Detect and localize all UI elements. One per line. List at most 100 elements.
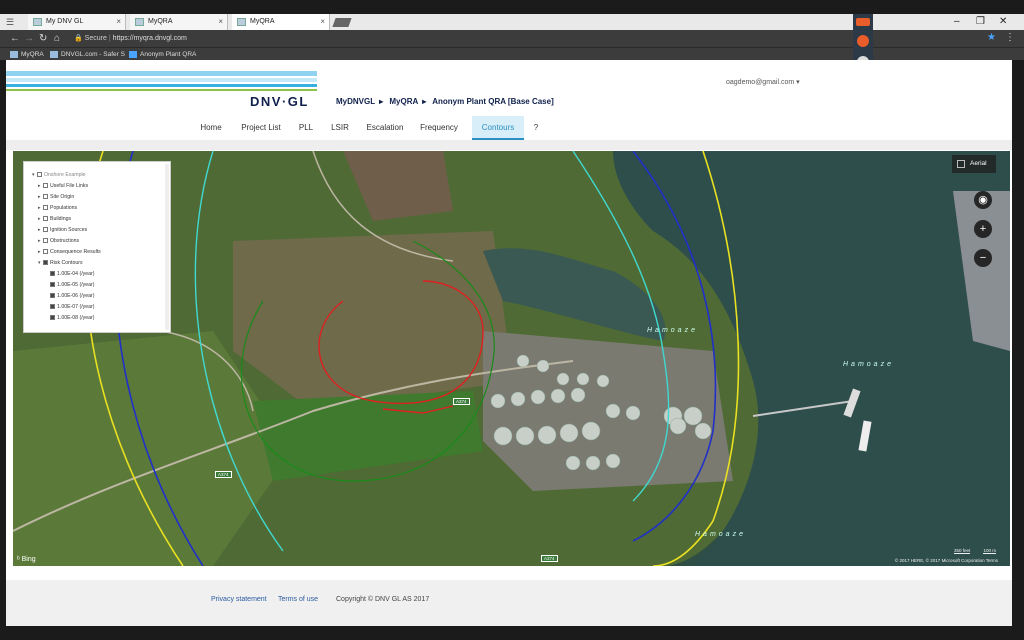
extension-record-icon[interactable] (857, 35, 869, 47)
contour-label: 1.00E-06 (/year) (57, 293, 95, 299)
contour-checkbox-checked[interactable] (50, 293, 55, 299)
contour-item[interactable]: 1.00E-06 (/year) (50, 291, 94, 301)
tab-lsir[interactable]: LSIR (326, 116, 354, 140)
contour-checkbox-checked[interactable] (50, 315, 55, 321)
tab-help[interactable]: ? (530, 116, 542, 140)
reload-icon[interactable]: ↻ (39, 32, 47, 45)
close-tab-icon[interactable]: × (116, 14, 121, 30)
contour-item[interactable]: 1.00E-04 (/year) (50, 269, 94, 279)
map-style-label: Aerial (970, 160, 987, 167)
page-footer: Privacy statement Terms of use Copyright… (6, 580, 1012, 626)
layer-item[interactable]: ▾ Risk Contours (38, 258, 83, 268)
maximize-icon[interactable]: ❐ (976, 14, 985, 30)
bookmark-favicon-icon (50, 51, 58, 58)
place-label: Hamoaze (843, 361, 894, 368)
contour-checkbox-checked[interactable] (50, 271, 55, 277)
contour-checkbox-checked[interactable] (50, 304, 55, 310)
contour-checkbox-checked[interactable] (50, 282, 55, 288)
terms-link[interactable]: Terms of use (278, 596, 318, 603)
tab-label: MyQRA (250, 18, 275, 25)
scale-meters: 100 m (983, 548, 996, 554)
extension-arrow-icon[interactable] (856, 18, 870, 26)
lock-icon: 🔒 (74, 35, 83, 42)
web-page: DNV·GL MyDNVGL ▸ MyQRA ▸ Anonym Plant QRA … (6, 60, 1012, 626)
breadcrumb-mydnvgl[interactable]: MyDNVGL (336, 97, 375, 106)
chevron-right-icon: ▸ (422, 97, 427, 106)
map-scale: 350 feet 100 m (942, 548, 996, 554)
contour-label: 1.00E-08 (/year) (57, 315, 95, 321)
tab-home[interactable]: Home (194, 116, 228, 140)
layer-checkbox[interactable] (43, 205, 48, 211)
close-window-icon[interactable]: ✕ (999, 14, 1007, 30)
layer-panel-scrollbar[interactable] (165, 164, 169, 330)
bookmark-item[interactable]: DNVGL.com - Safer S (50, 49, 125, 60)
privacy-link[interactable]: Privacy statement (211, 596, 267, 603)
tab-project-list[interactable]: Project List (236, 116, 286, 140)
plus-icon: + (979, 223, 987, 235)
home-icon[interactable]: ⌂ (54, 32, 60, 45)
chevron-right-icon: ▸ (379, 97, 384, 106)
layer-item[interactable]: ▸ Ignition Sources (38, 225, 87, 235)
contour-label: 1.00E-05 (/year) (57, 282, 95, 288)
user-menu[interactable]: oagdemo@gmail.com ▾ (726, 78, 800, 86)
layer-item[interactable]: ▸ Buildings (38, 214, 71, 224)
breadcrumb-myqra[interactable]: MyQRA (389, 97, 418, 106)
tab-frequency[interactable]: Frequency (416, 116, 462, 140)
zoom-out-button[interactable]: − (974, 249, 992, 267)
layer-checkbox[interactable] (43, 216, 48, 222)
bookmark-label: DNVGL.com - Safer S (61, 51, 125, 58)
tab-pll[interactable]: PLL (294, 116, 318, 140)
bookmark-item[interactable]: MyQRA (10, 49, 44, 60)
new-tab-button[interactable] (332, 18, 352, 27)
close-tab-icon[interactable]: × (320, 14, 325, 30)
browser-tab[interactable]: My DNV GL × (28, 14, 126, 30)
back-icon[interactable]: ← (10, 32, 20, 45)
layer-checkbox[interactable] (43, 238, 48, 244)
contour-item[interactable]: 1.00E-05 (/year) (50, 280, 94, 290)
layer-item[interactable]: ▸ Consequence Results (38, 247, 101, 257)
tab-label: My DNV GL (46, 18, 84, 25)
aerial-map[interactable]: Hamoaze Hamoaze Hamoaze A374 A374 A374 ▾… (13, 151, 1010, 566)
layer-checkbox[interactable] (43, 227, 48, 233)
bookmark-star-icon[interactable]: ★ (987, 32, 996, 43)
bookmark-item[interactable]: Anonym Plant QRA (129, 49, 196, 60)
layer-item[interactable]: ▸ Site Origin (38, 192, 74, 202)
zoom-in-button[interactable]: + (974, 220, 992, 238)
layer-checkbox[interactable] (37, 172, 42, 178)
browser-tab[interactable]: MyQRA × (130, 14, 228, 30)
bookmark-favicon-icon (10, 51, 18, 58)
contour-item[interactable]: 1.00E-08 (/year) (50, 313, 94, 323)
browser-menu-icon[interactable]: ⋮ (1005, 32, 1015, 43)
minimize-icon[interactable]: – (954, 14, 960, 30)
layer-item[interactable]: ▸ Useful File Links (38, 181, 88, 191)
layer-label: Ignition Sources (50, 227, 88, 233)
map-style-button[interactable]: Aerial (952, 155, 996, 173)
browser-tab-active[interactable]: MyQRA × (232, 14, 330, 30)
locate-me-button[interactable]: ◉ (974, 191, 992, 209)
tab-contours[interactable]: Contours (472, 116, 524, 140)
map-copyright[interactable]: © 2017 HERE, © 2017 Microsoft Corporatio… (895, 558, 998, 563)
layer-tree-panel: ▾ Onshore Example ▸ Useful File Links ▸ Sit… (23, 161, 171, 333)
close-tab-icon[interactable]: × (218, 14, 223, 30)
layer-checkbox[interactable] (43, 183, 48, 189)
layer-label: Obstructions (50, 238, 80, 244)
forward-icon[interactable]: → (24, 32, 34, 45)
breadcrumb-project: Anonym Plant QRA [Base Case] (432, 97, 554, 106)
layer-checkbox[interactable] (43, 249, 48, 255)
layer-checkbox-checked[interactable] (43, 260, 48, 266)
map-style-icon (957, 160, 965, 168)
contour-item[interactable]: 1.00E-07 (/year) (50, 302, 94, 312)
road-label: A374 (453, 398, 470, 405)
layer-root[interactable]: ▾ Onshore Example (32, 170, 86, 180)
layer-checkbox[interactable] (43, 194, 48, 200)
layer-item[interactable]: ▸ Obstructions (38, 236, 79, 246)
window-menu-icon[interactable]: ☰ (6, 16, 18, 28)
layer-item[interactable]: ▸ Populations (38, 203, 77, 213)
tab-escalation[interactable]: Escalation (362, 116, 408, 140)
scale-feet: 350 feet (953, 548, 971, 554)
road-label: A374 (215, 471, 232, 478)
breadcrumb: MyDNVGL ▸ MyQRA ▸ Anonym Plant QRA [Base C… (336, 97, 558, 106)
place-label: Hamoaze (647, 327, 698, 334)
dnvgl-logo[interactable]: DNV·GL (250, 94, 309, 109)
contour-label: 1.00E-04 (/year) (57, 271, 95, 277)
